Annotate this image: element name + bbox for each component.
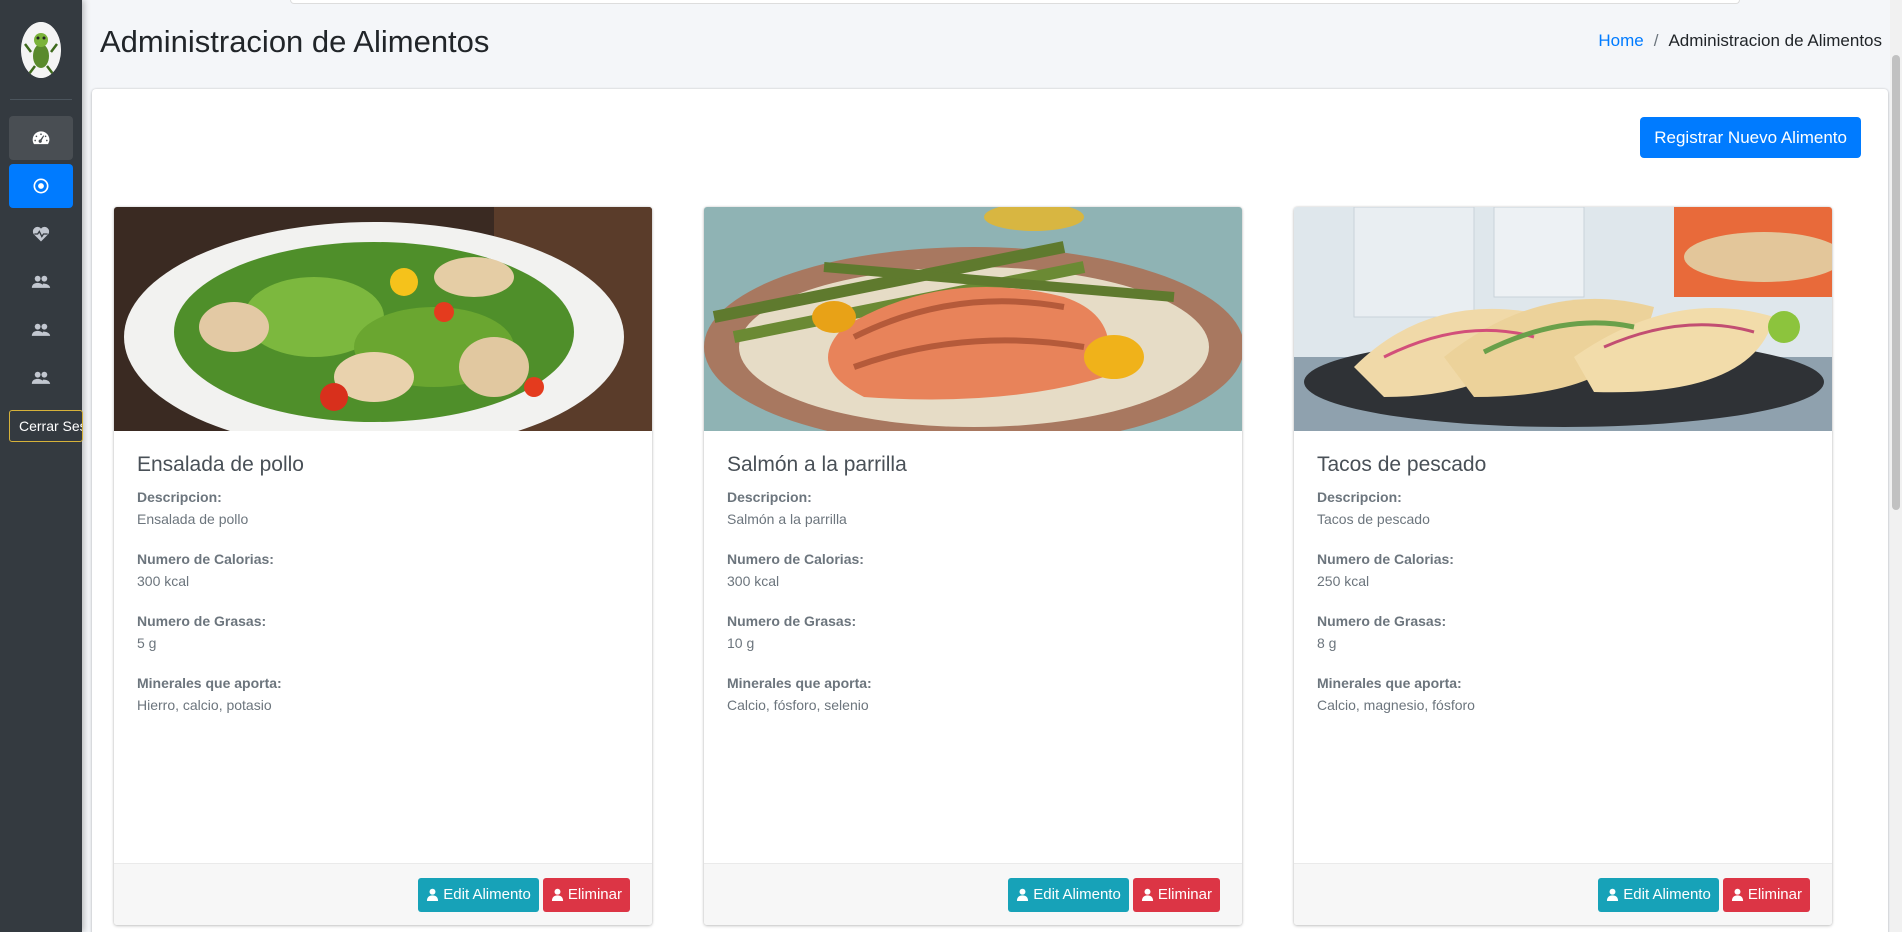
descripcion-label: Descripcion: xyxy=(1317,489,1402,505)
grasas-label: Numero de Grasas: xyxy=(137,613,267,629)
delete-food-label: Eliminar xyxy=(1157,886,1212,903)
sidebar-nav xyxy=(0,116,82,400)
minerales-label: Minerales que aporta: xyxy=(1317,675,1462,691)
descripcion-value: Tacos de pescado xyxy=(1317,511,1430,527)
breadcrumb: Home / Administracion de Alimentos xyxy=(1598,31,1882,51)
delete-food-button[interactable]: Eliminar xyxy=(1132,877,1220,912)
food-card: Tacos de pescado Descripcion: Tacos de p… xyxy=(1294,207,1832,925)
scrollbar-thumb[interactable] xyxy=(1892,55,1900,510)
browser-topline xyxy=(290,0,1740,4)
user-icon xyxy=(1141,888,1153,901)
minerales-value: Hierro, calcio, potasio xyxy=(137,697,272,713)
users-icon xyxy=(31,371,51,384)
grasas-value: 10 g xyxy=(727,635,755,651)
page-title: Administracion de Alimentos xyxy=(100,24,490,59)
food-name: Tacos de pescado xyxy=(1317,453,1487,476)
grasas-value: 8 g xyxy=(1317,635,1337,651)
circle-dot-icon xyxy=(33,178,49,194)
edit-food-button[interactable]: Edit Alimento xyxy=(418,877,539,912)
main-card: Registrar Nuevo Alimento Ensalada de pol… xyxy=(92,89,1888,932)
delete-food-label: Eliminar xyxy=(567,886,622,903)
delete-food-button[interactable]: Eliminar xyxy=(542,877,630,912)
edit-food-label: Edit Alimento xyxy=(443,886,531,903)
calorias-label: Numero de Calorias: xyxy=(1317,551,1454,567)
page-scrollbar[interactable] xyxy=(1890,0,1902,932)
grasas-label: Numero de Grasas: xyxy=(1317,613,1447,629)
heartbeat-icon xyxy=(32,226,50,242)
user-icon xyxy=(1017,888,1029,901)
food-image-salmon xyxy=(704,207,1242,431)
descripcion-value: Salmón a la parrilla xyxy=(727,511,847,527)
user-icon xyxy=(1607,888,1619,901)
grasas-label: Numero de Grasas: xyxy=(727,613,857,629)
edit-food-label: Edit Alimento xyxy=(1623,886,1711,903)
nav-users-2[interactable] xyxy=(9,308,73,352)
descripcion-label: Descripcion: xyxy=(727,489,812,505)
calorias-label: Numero de Calorias: xyxy=(727,551,864,567)
nav-users-1[interactable] xyxy=(9,260,73,304)
descripcion-value: Ensalada de pollo xyxy=(137,511,249,527)
nav-dashboard[interactable] xyxy=(9,116,73,160)
register-food-button[interactable]: Registrar Nuevo Alimento xyxy=(1640,117,1861,158)
user-icon xyxy=(427,888,439,901)
minerales-value: Calcio, magnesio, fósforo xyxy=(1317,697,1475,713)
calorias-value: 300 kcal xyxy=(137,573,190,589)
minerales-label: Minerales que aporta: xyxy=(137,675,282,691)
user-icon xyxy=(551,888,563,901)
food-card: Salmón a la parrilla Descripcion: Salmón… xyxy=(704,207,1242,925)
brand-logo[interactable] xyxy=(21,21,61,78)
food-card: Ensalada de pollo Descripcion: Ensalada … xyxy=(114,207,652,925)
nav-alimentos[interactable] xyxy=(9,164,73,208)
delete-food-button[interactable]: Eliminar xyxy=(1722,877,1810,912)
food-name: Ensalada de pollo xyxy=(137,453,304,476)
calorias-value: 300 kcal xyxy=(727,573,780,589)
calorias-label: Numero de Calorias: xyxy=(137,551,274,567)
nav-salud[interactable] xyxy=(9,212,73,256)
descripcion-label: Descripcion: xyxy=(137,489,222,505)
food-name: Salmón a la parrilla xyxy=(727,453,907,476)
users-icon xyxy=(31,275,51,288)
card-footer: Edit Alimento Eliminar xyxy=(114,863,652,925)
sidebar: Cerrar Ses xyxy=(0,0,83,932)
edit-food-button[interactable]: Edit Alimento xyxy=(1598,877,1719,912)
grasas-value: 5 g xyxy=(137,635,157,651)
brand xyxy=(10,0,72,100)
food-image-ensalada xyxy=(114,207,652,431)
nav-users-3[interactable] xyxy=(9,356,73,400)
edit-food-button[interactable]: Edit Alimento xyxy=(1008,877,1129,912)
user-icon xyxy=(1731,888,1743,901)
minerales-label: Minerales que aporta: xyxy=(727,675,872,691)
edit-food-label: Edit Alimento xyxy=(1033,886,1121,903)
delete-food-label: Eliminar xyxy=(1747,886,1802,903)
card-footer: Edit Alimento Eliminar xyxy=(704,863,1242,925)
logout-button[interactable]: Cerrar Ses xyxy=(9,410,83,442)
card-footer: Edit Alimento Eliminar xyxy=(1294,863,1832,925)
users-icon xyxy=(31,323,51,336)
minerales-value: Calcio, fósforo, selenio xyxy=(727,697,869,713)
breadcrumb-current: Administracion de Alimentos xyxy=(1668,31,1882,50)
breadcrumb-separator: / xyxy=(1653,31,1659,50)
breadcrumb-home[interactable]: Home xyxy=(1598,31,1643,51)
food-image-tacos xyxy=(1294,207,1832,431)
dashboard-icon xyxy=(32,131,50,145)
calorias-value: 250 kcal xyxy=(1317,573,1370,589)
